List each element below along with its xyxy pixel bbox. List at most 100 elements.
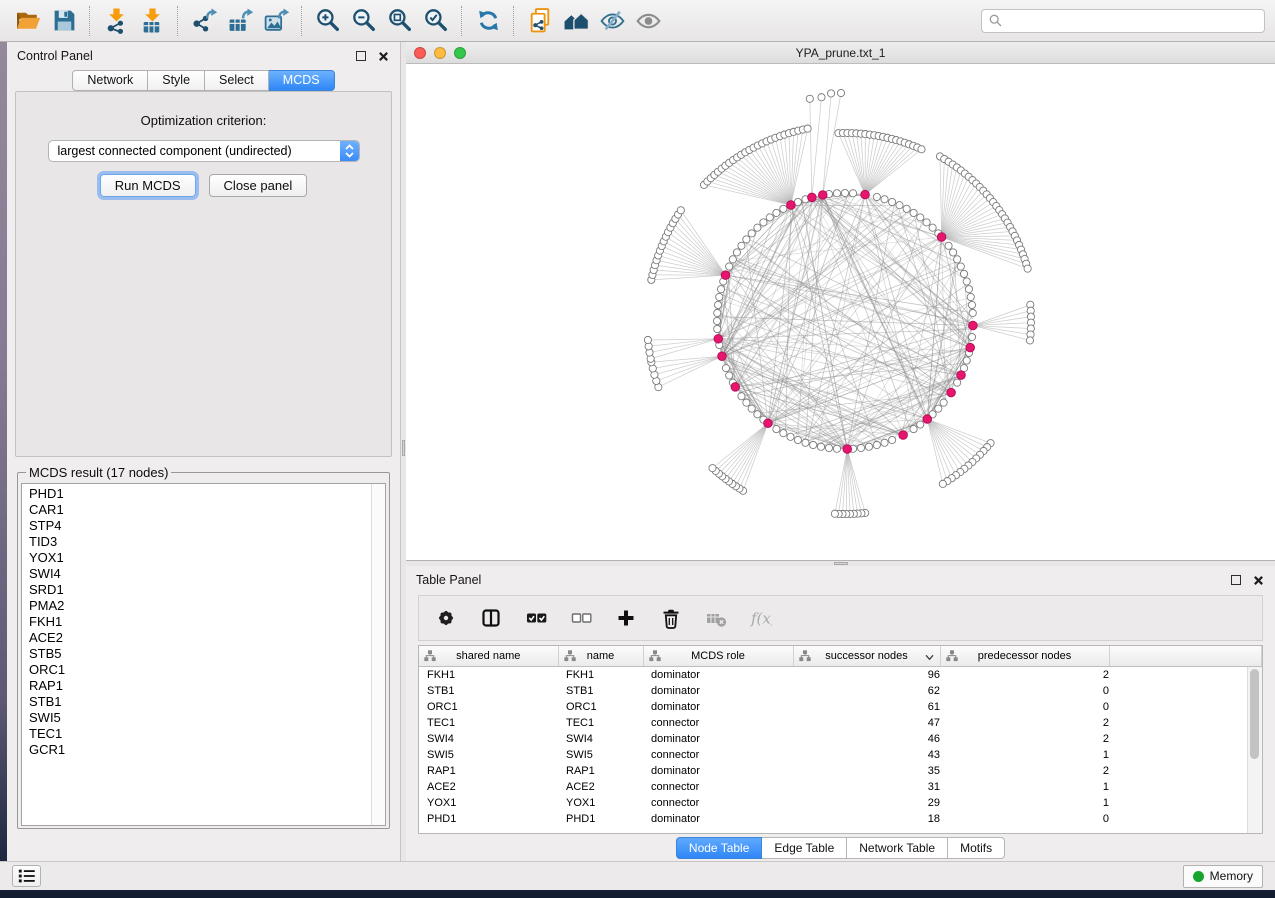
network-leaf-node[interactable] xyxy=(1024,265,1031,272)
network-node[interactable] xyxy=(754,411,761,418)
table-row[interactable]: TEC1TEC1connector472 xyxy=(419,715,1262,731)
network-node[interactable] xyxy=(910,425,917,432)
close-table-panel-button[interactable] xyxy=(1252,574,1265,587)
mcds-result-item[interactable]: RAP1 xyxy=(29,678,371,694)
column-header-MCDS-role[interactable]: MCDS role xyxy=(643,646,793,667)
network-node[interactable] xyxy=(968,301,975,308)
network-node[interactable] xyxy=(960,270,967,277)
mcds-result-item[interactable]: TEC1 xyxy=(29,726,371,742)
tab-style[interactable]: Style xyxy=(148,70,205,91)
mcds-result-item[interactable]: STB5 xyxy=(29,646,371,662)
network-node[interactable] xyxy=(729,256,736,263)
mcds-result-item[interactable]: PMA2 xyxy=(29,598,371,614)
table-scrollbar-thumb[interactable] xyxy=(1250,669,1259,759)
minimize-window-button[interactable] xyxy=(434,47,446,59)
zoom-selected-button[interactable] xyxy=(418,4,454,38)
horizontal-splitter-handle[interactable] xyxy=(834,562,848,565)
network-leaf-node[interactable] xyxy=(831,510,838,517)
table-row[interactable]: ACE2ACE2connector311 xyxy=(419,779,1262,795)
table-row[interactable]: ORC1ORC1dominator610 xyxy=(419,699,1262,715)
network-leaf-node[interactable] xyxy=(677,207,684,214)
column-header-predecessor-nodes[interactable]: predecessor nodes xyxy=(940,646,1109,667)
network-node[interactable] xyxy=(935,405,942,412)
mcds-result-item[interactable]: SWI5 xyxy=(29,710,371,726)
network-hub-node[interactable] xyxy=(818,191,827,200)
close-panel-button[interactable] xyxy=(377,50,390,63)
mcds-result-item[interactable]: FKH1 xyxy=(29,614,371,630)
network-node[interactable] xyxy=(889,436,896,443)
network-node[interactable] xyxy=(841,189,848,196)
open-file-button[interactable] xyxy=(10,4,46,38)
network-node[interactable] xyxy=(760,219,767,226)
network-node[interactable] xyxy=(825,444,832,451)
mcds-result-item[interactable]: ACE2 xyxy=(29,630,371,646)
network-node[interactable] xyxy=(965,286,972,293)
float-table-panel-button[interactable] xyxy=(1229,574,1242,587)
import-table-button[interactable] xyxy=(134,4,170,38)
network-node[interactable] xyxy=(780,205,787,212)
task-list-button[interactable] xyxy=(12,865,41,887)
export-table-button[interactable] xyxy=(222,4,258,38)
network-node[interactable] xyxy=(949,249,956,256)
network-node[interactable] xyxy=(910,209,917,216)
network-node[interactable] xyxy=(881,196,888,203)
network-leaf-node[interactable] xyxy=(918,146,925,153)
table-row[interactable]: PHD1PHD1dominator180 xyxy=(419,811,1262,827)
table-row[interactable]: RAP1RAP1dominator352 xyxy=(419,763,1262,779)
export-image-button[interactable] xyxy=(258,4,294,38)
network-node[interactable] xyxy=(714,309,721,316)
network-hub-node[interactable] xyxy=(969,321,978,330)
zoom-fit-button[interactable] xyxy=(382,4,418,38)
network-node[interactable] xyxy=(743,236,750,243)
float-panel-button[interactable] xyxy=(354,50,367,63)
delete-button[interactable] xyxy=(659,606,683,630)
network-from-selection-button[interactable] xyxy=(522,4,558,38)
mcds-result-item[interactable]: PHD1 xyxy=(29,486,371,502)
search-box[interactable] xyxy=(981,9,1265,33)
network-node[interactable] xyxy=(849,190,856,197)
network-node[interactable] xyxy=(896,202,903,209)
network-node[interactable] xyxy=(716,293,723,300)
network-node[interactable] xyxy=(817,443,824,450)
network-node[interactable] xyxy=(733,249,740,256)
network-node[interactable] xyxy=(748,405,755,412)
network-node[interactable] xyxy=(969,309,976,316)
network-leaf-node[interactable] xyxy=(837,89,844,96)
mcds-result-item[interactable]: TID3 xyxy=(29,534,371,550)
network-node[interactable] xyxy=(865,443,872,450)
tab-select[interactable]: Select xyxy=(205,70,269,91)
column-layout-button[interactable] xyxy=(479,606,503,630)
network-node[interactable] xyxy=(748,230,755,237)
network-graph[interactable] xyxy=(406,64,1275,560)
network-leaf-node[interactable] xyxy=(939,480,946,487)
network-hub-node[interactable] xyxy=(721,271,730,280)
network-node[interactable] xyxy=(713,317,720,324)
network-node[interactable] xyxy=(738,242,745,249)
close-mcds-panel-button[interactable]: Close panel xyxy=(209,174,308,197)
network-node[interactable] xyxy=(954,256,961,263)
mcds-result-item[interactable]: ORC1 xyxy=(29,662,371,678)
mcds-result-scrollbar[interactable] xyxy=(371,484,385,825)
network-leaf-node[interactable] xyxy=(709,465,716,472)
network-node[interactable] xyxy=(717,286,724,293)
zoom-window-button[interactable] xyxy=(454,47,466,59)
network-hub-node[interactable] xyxy=(899,431,908,440)
network-node[interactable] xyxy=(722,365,729,372)
tab-mcds[interactable]: MCDS xyxy=(269,70,335,91)
mcds-result-item[interactable]: SWI4 xyxy=(29,566,371,582)
network-node[interactable] xyxy=(766,214,773,221)
network-leaf-node[interactable] xyxy=(827,90,834,97)
network-node[interactable] xyxy=(726,372,733,379)
table-scrollbar[interactable] xyxy=(1247,667,1262,833)
network-node[interactable] xyxy=(903,205,910,212)
memory-button[interactable]: Memory xyxy=(1183,865,1263,888)
network-leaf-node[interactable] xyxy=(1026,337,1033,344)
network-node[interactable] xyxy=(743,399,750,406)
mcds-result-item[interactable]: GCR1 xyxy=(29,742,371,758)
sort-descending-icon[interactable] xyxy=(925,652,934,664)
settings-button[interactable] xyxy=(434,606,458,630)
mcds-result-item[interactable]: YOX1 xyxy=(29,550,371,566)
close-window-button[interactable] xyxy=(414,47,426,59)
column-header-name[interactable]: name xyxy=(558,646,643,667)
network-leaf-node[interactable] xyxy=(644,336,651,343)
